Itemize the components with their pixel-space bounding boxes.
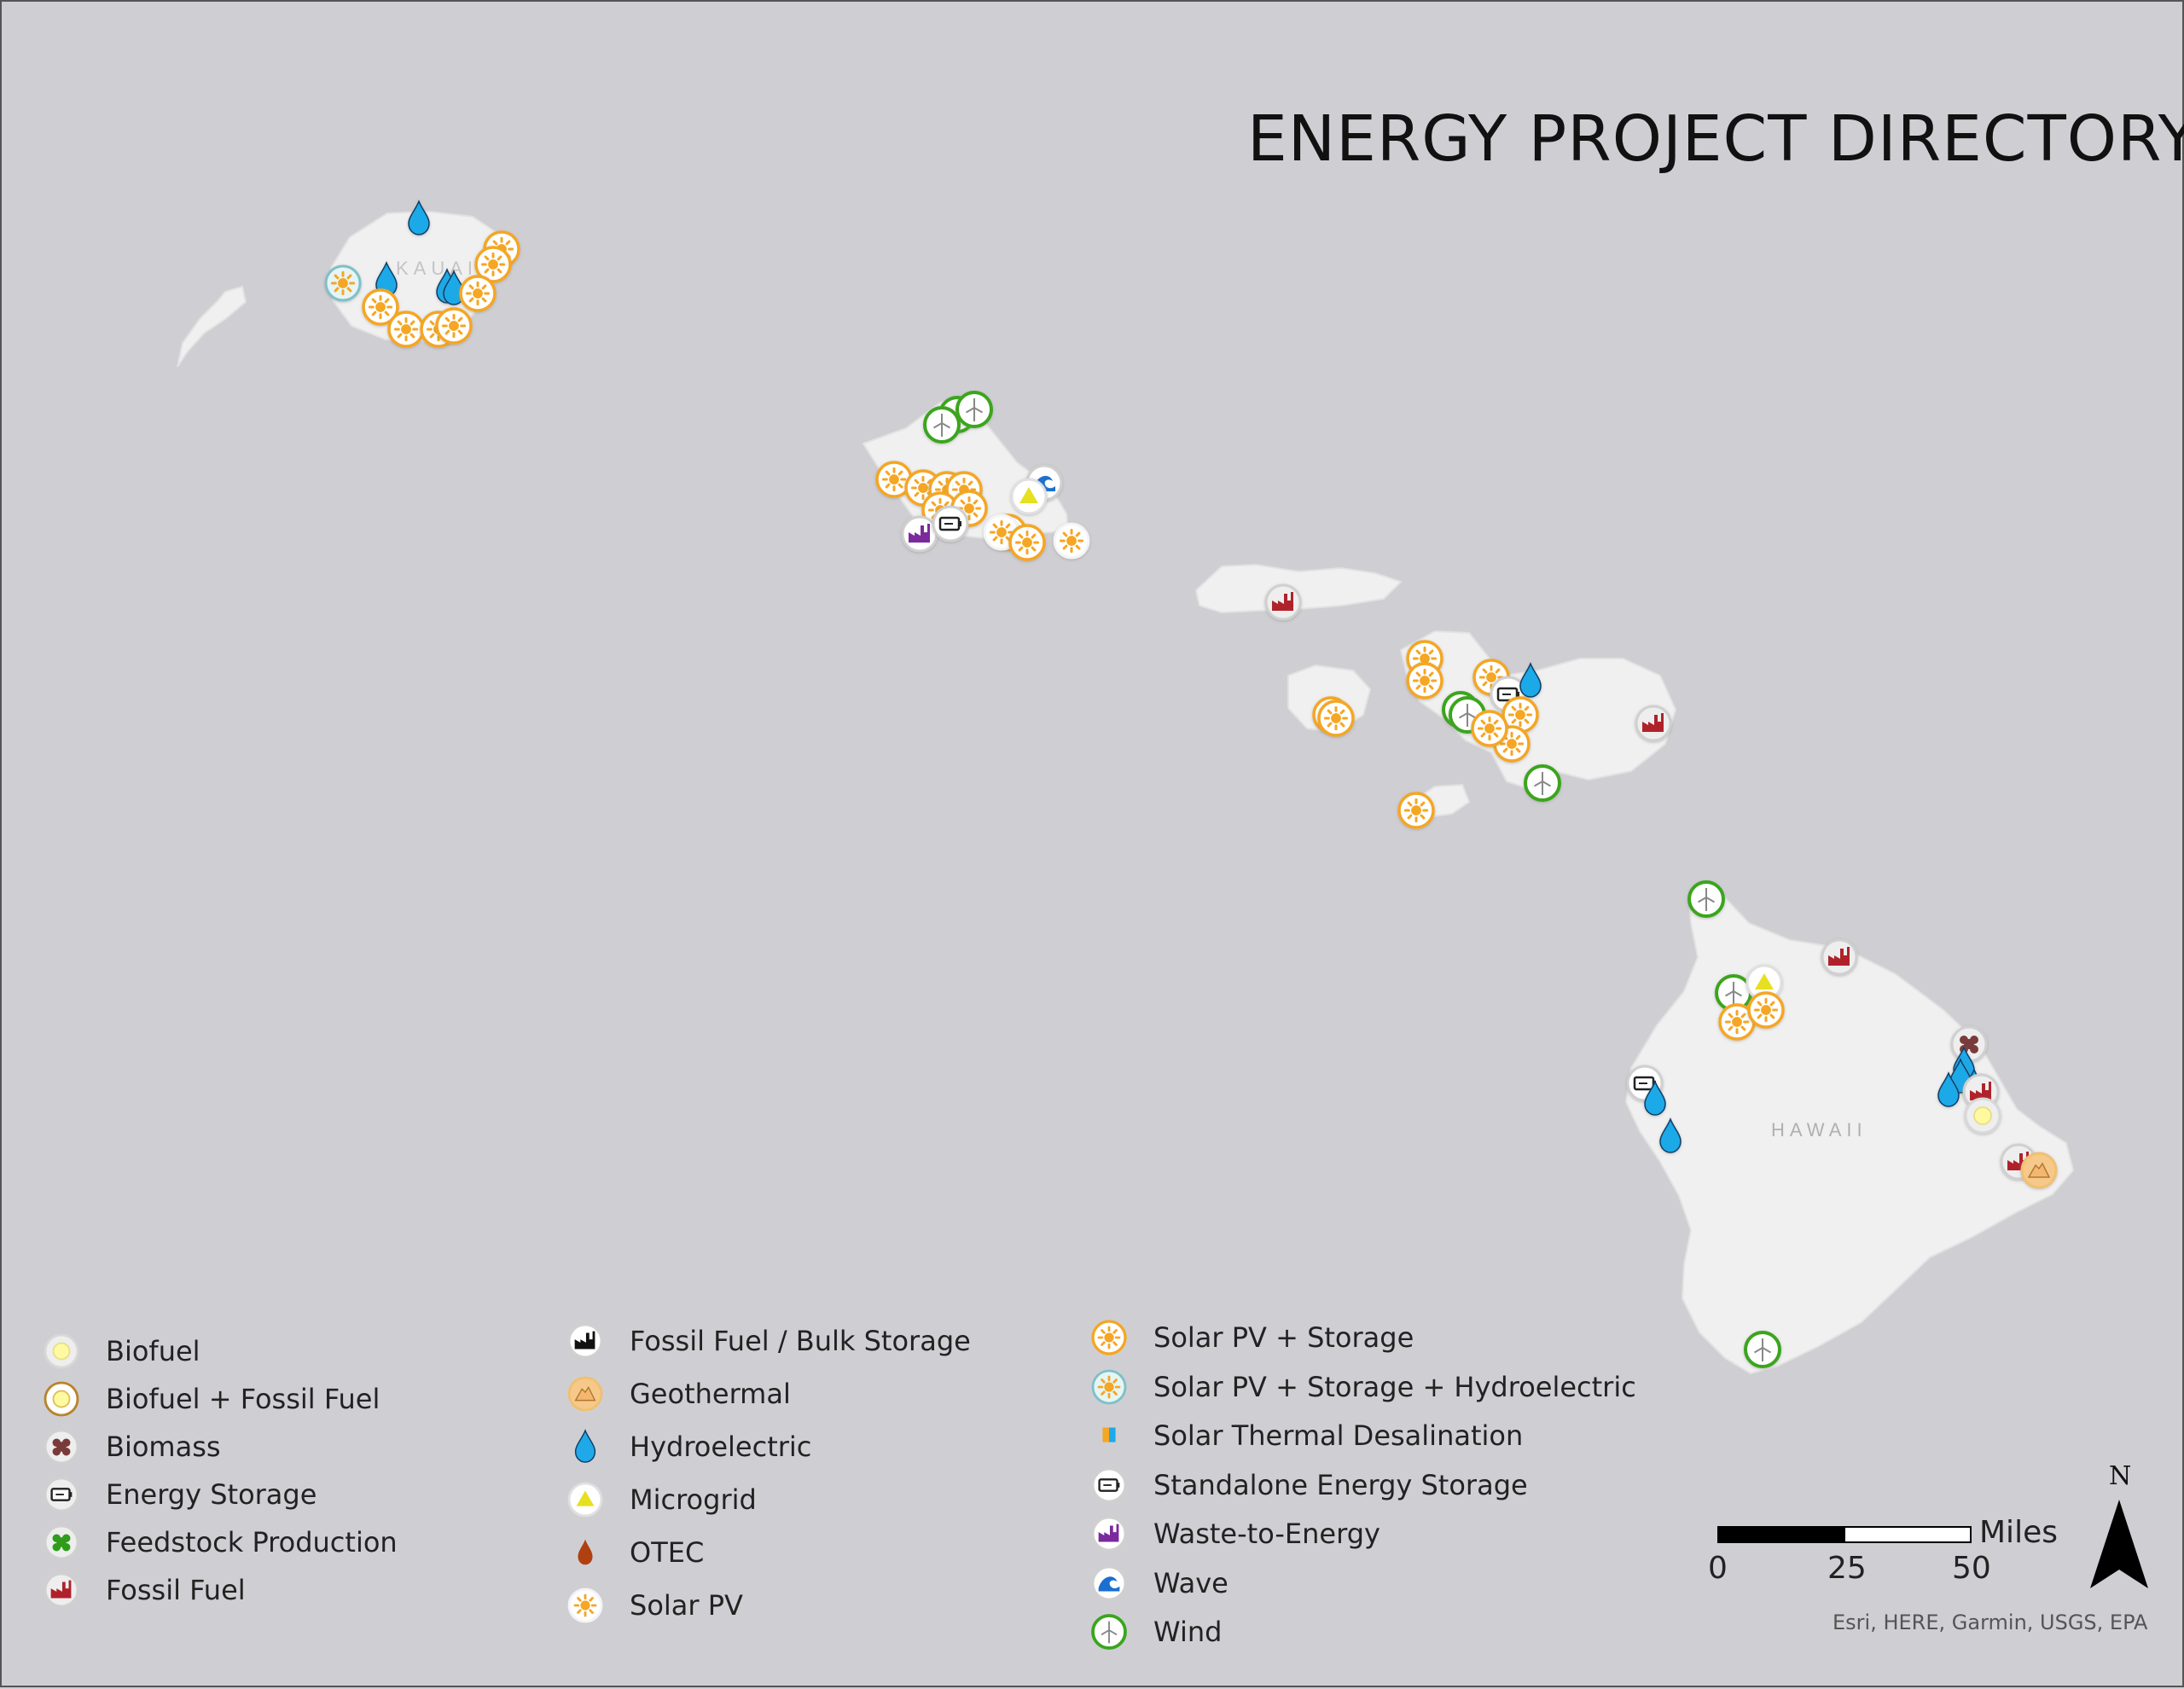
biofuel-fossil-icon <box>44 1381 79 1417</box>
legend-label: Fossil Fuel / Bulk Storage <box>630 1325 971 1357</box>
marker-hydro[interactable] <box>1519 661 1542 698</box>
legend-item-wind: Wind <box>1089 1610 1222 1654</box>
legend-label: Standalone Energy Storage <box>1153 1468 1528 1501</box>
marker-wind[interactable] <box>1744 1331 1781 1368</box>
legend-label: Biofuel + Fossil Fuel <box>106 1383 380 1415</box>
legend-label: Wave <box>1153 1566 1228 1599</box>
legend-item-solar-storage: Solar PV + Storage <box>1089 1315 1414 1360</box>
marker-microgrid[interactable] <box>1010 478 1048 515</box>
scale-bar <box>1717 1526 1972 1543</box>
legend-item-geothermal: Geothermal <box>565 1372 791 1416</box>
legend-label: Biofuel <box>106 1335 200 1367</box>
standalone-icon <box>1091 1467 1127 1502</box>
marker-solar-hydro[interactable] <box>324 264 362 302</box>
marker-solar-storage[interactable] <box>459 275 497 312</box>
solar-hydro-icon <box>1091 1369 1127 1404</box>
legend-label: Hydroelectric <box>630 1431 812 1463</box>
marker-hydro[interactable] <box>408 199 430 235</box>
scale-tick-0: 0 <box>1708 1551 1728 1586</box>
legend-label: Fossil Fuel <box>106 1574 246 1606</box>
legend-item-otec: OTEC <box>565 1530 704 1575</box>
legend-item-waste: Waste-to-Energy <box>1089 1512 1380 1556</box>
scale-tick-25: 25 <box>1827 1551 1867 1586</box>
island-niihau <box>177 285 247 368</box>
north-label: N <box>2109 1461 2131 1491</box>
legend-label: Biomass <box>106 1431 221 1463</box>
legend-label: Feedstock Production <box>106 1526 398 1558</box>
island-label-hawaii: HAWAII <box>1771 1119 1867 1141</box>
legend-item-battery: Energy Storage <box>41 1472 317 1517</box>
marker-solar-storage[interactable] <box>1471 710 1508 747</box>
scale-unit: Miles <box>1979 1515 2058 1550</box>
legend-label: Energy Storage <box>106 1478 317 1511</box>
marker-solar-storage[interactable] <box>387 311 425 348</box>
legend-item-wave: Wave <box>1089 1561 1228 1605</box>
legend-label: Microgrid <box>630 1483 757 1516</box>
legend-label: Solar PV + Storage <box>1153 1321 1414 1354</box>
legend-label: Geothermal <box>630 1378 791 1410</box>
microgrid-icon <box>567 1482 603 1518</box>
battery-icon <box>44 1477 79 1512</box>
marker-wind[interactable] <box>956 391 993 428</box>
legend-label: OTEC <box>630 1536 705 1569</box>
legend-label: Waste-to-Energy <box>1153 1518 1380 1550</box>
marker-solar-storage[interactable] <box>1747 991 1785 1029</box>
island-label-kauai: KAUAI <box>396 258 478 279</box>
legend-item-fossil-bulk: Fossil Fuel / Bulk Storage <box>565 1319 971 1363</box>
waste-icon <box>1091 1516 1127 1552</box>
marker-fossil[interactable] <box>1264 583 1302 621</box>
marker-solar-storage[interactable] <box>1008 524 1046 561</box>
legend-item-biomass: Biomass <box>41 1425 221 1469</box>
legend-item-standalone: Standalone Energy Storage <box>1089 1463 1528 1507</box>
marker-solar-storage[interactable] <box>1317 699 1355 737</box>
solar-icon <box>567 1587 603 1623</box>
marker-standalone[interactable] <box>932 505 969 543</box>
marker-fossil[interactable] <box>1821 938 1858 976</box>
legend-item-fossil: Fossil Fuel <box>41 1568 246 1612</box>
hydro-icon <box>574 1429 596 1463</box>
fossil-icon <box>44 1572 79 1608</box>
wave-icon <box>1091 1565 1127 1600</box>
legend-item-feedstock: Feedstock Production <box>41 1520 398 1564</box>
legend-item-microgrid: Microgrid <box>565 1477 757 1522</box>
legend-label: Solar PV + Storage + Hydroelectric <box>1153 1370 1636 1403</box>
legend-label: Solar PV <box>630 1589 743 1622</box>
north-arrow-icon <box>2090 1500 2148 1588</box>
attribution: Esri, HERE, Garmin, USGS, EPA <box>1833 1611 2148 1634</box>
legend-label: Solar Thermal Desalination <box>1153 1419 1524 1452</box>
wind-icon <box>1091 1614 1127 1650</box>
biomass-icon <box>44 1429 79 1465</box>
fossil-bulk-icon <box>567 1323 603 1359</box>
legend-item-biofuel: Biofuel <box>41 1329 200 1373</box>
solar-storage-icon <box>1091 1320 1127 1355</box>
legend-item-desal: Solar Thermal Desalination <box>1089 1413 1523 1458</box>
legend-item-solar-hydro: Solar PV + Storage + Hydroelectric <box>1089 1365 1636 1409</box>
legend-label: Wind <box>1153 1616 1223 1648</box>
legend-item-biofuel-fossil: Biofuel + Fossil Fuel <box>41 1377 380 1421</box>
geothermal-icon <box>567 1376 603 1412</box>
scale-tick-50: 50 <box>1952 1551 1991 1586</box>
marker-wind[interactable] <box>1687 880 1725 918</box>
marker-geothermal[interactable] <box>2020 1152 2058 1189</box>
otec-icon <box>578 1539 593 1565</box>
legend-item-solar: Solar PV <box>565 1583 743 1628</box>
map-frame: KAUAI HAWAII N ENERGY PROJECT DIRECTORY … <box>0 0 2184 1687</box>
map-title: ENERGY PROJECT DIRECTORY <box>1247 102 2184 176</box>
marker-solar-storage[interactable] <box>1397 792 1435 829</box>
marker-solar[interactable] <box>1053 522 1090 560</box>
desal-icon <box>1102 1427 1116 1442</box>
marker-biofuel[interactable] <box>1964 1097 2001 1135</box>
biofuel-icon <box>44 1333 79 1369</box>
legend-item-hydro: Hydroelectric <box>565 1425 811 1469</box>
marker-solar-storage[interactable] <box>1406 662 1443 699</box>
marker-waste[interactable] <box>901 515 938 553</box>
marker-wind[interactable] <box>1524 764 1561 802</box>
marker-wind[interactable] <box>923 406 961 444</box>
marker-fossil[interactable] <box>1635 705 1672 742</box>
marker-solar-storage[interactable] <box>435 307 473 345</box>
feedstock-icon <box>44 1524 79 1560</box>
